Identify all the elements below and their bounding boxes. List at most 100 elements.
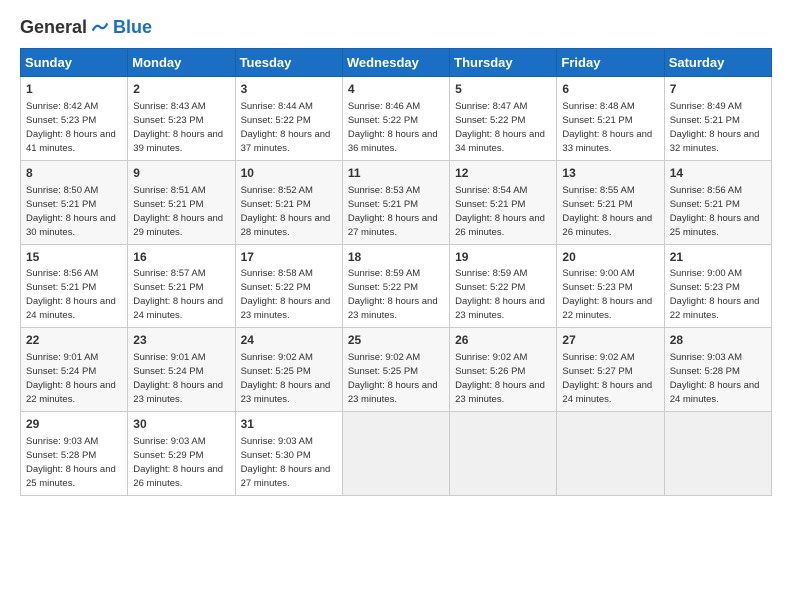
col-saturday: Saturday — [664, 49, 771, 77]
day-sunset: Sunset: 5:25 PM — [241, 366, 311, 377]
col-thursday: Thursday — [450, 49, 557, 77]
day-sunrise: Sunrise: 8:49 AM — [670, 101, 742, 112]
day-sunset: Sunset: 5:24 PM — [26, 366, 96, 377]
day-number: 21 — [670, 249, 766, 266]
table-row: 7 Sunrise: 8:49 AM Sunset: 5:21 PM Dayli… — [664, 77, 771, 161]
day-sunset: Sunset: 5:21 PM — [133, 199, 203, 210]
day-number: 15 — [26, 249, 122, 266]
table-row — [557, 412, 664, 496]
day-sunrise: Sunrise: 9:02 AM — [348, 352, 420, 363]
day-sunrise: Sunrise: 8:58 AM — [241, 268, 313, 279]
day-number: 9 — [133, 165, 229, 182]
day-daylight-label: Daylight: 8 hours and 27 minutes. — [241, 464, 331, 489]
day-daylight-label: Daylight: 8 hours and 23 minutes. — [133, 380, 223, 405]
day-number: 25 — [348, 332, 444, 349]
day-sunset: Sunset: 5:28 PM — [26, 450, 96, 461]
table-row: 11 Sunrise: 8:53 AM Sunset: 5:21 PM Dayl… — [342, 160, 449, 244]
col-friday: Friday — [557, 49, 664, 77]
day-daylight-label: Daylight: 8 hours and 22 minutes. — [562, 296, 652, 321]
table-row: 28 Sunrise: 9:03 AM Sunset: 5:28 PM Dayl… — [664, 328, 771, 412]
day-sunset: Sunset: 5:21 PM — [562, 115, 632, 126]
day-number: 12 — [455, 165, 551, 182]
day-sunrise: Sunrise: 8:53 AM — [348, 185, 420, 196]
day-sunrise: Sunrise: 9:00 AM — [670, 268, 742, 279]
day-daylight-label: Daylight: 8 hours and 32 minutes. — [670, 129, 760, 154]
logo: General Blue — [20, 16, 152, 38]
table-row: 24 Sunrise: 9:02 AM Sunset: 5:25 PM Dayl… — [235, 328, 342, 412]
calendar-row: 29 Sunrise: 9:03 AM Sunset: 5:28 PM Dayl… — [21, 412, 772, 496]
day-daylight-label: Daylight: 8 hours and 41 minutes. — [26, 129, 116, 154]
calendar-row: 22 Sunrise: 9:01 AM Sunset: 5:24 PM Dayl… — [21, 328, 772, 412]
table-row: 20 Sunrise: 9:00 AM Sunset: 5:23 PM Dayl… — [557, 244, 664, 328]
day-sunset: Sunset: 5:21 PM — [26, 199, 96, 210]
day-sunset: Sunset: 5:22 PM — [455, 282, 525, 293]
calendar-row: 15 Sunrise: 8:56 AM Sunset: 5:21 PM Dayl… — [21, 244, 772, 328]
day-sunrise: Sunrise: 8:59 AM — [455, 268, 527, 279]
table-row: 5 Sunrise: 8:47 AM Sunset: 5:22 PM Dayli… — [450, 77, 557, 161]
table-row: 16 Sunrise: 8:57 AM Sunset: 5:21 PM Dayl… — [128, 244, 235, 328]
table-row — [664, 412, 771, 496]
day-daylight-label: Daylight: 8 hours and 23 minutes. — [348, 380, 438, 405]
day-sunset: Sunset: 5:22 PM — [348, 282, 418, 293]
day-sunset: Sunset: 5:22 PM — [241, 115, 311, 126]
day-daylight-label: Daylight: 8 hours and 27 minutes. — [348, 213, 438, 238]
day-sunrise: Sunrise: 8:43 AM — [133, 101, 205, 112]
day-sunset: Sunset: 5:21 PM — [455, 199, 525, 210]
day-number: 10 — [241, 165, 337, 182]
day-sunrise: Sunrise: 9:03 AM — [133, 436, 205, 447]
day-sunrise: Sunrise: 8:56 AM — [670, 185, 742, 196]
day-sunrise: Sunrise: 8:54 AM — [455, 185, 527, 196]
col-tuesday: Tuesday — [235, 49, 342, 77]
table-row: 17 Sunrise: 8:58 AM Sunset: 5:22 PM Dayl… — [235, 244, 342, 328]
day-sunset: Sunset: 5:24 PM — [133, 366, 203, 377]
col-wednesday: Wednesday — [342, 49, 449, 77]
day-daylight-label: Daylight: 8 hours and 22 minutes. — [26, 380, 116, 405]
table-row: 25 Sunrise: 9:02 AM Sunset: 5:25 PM Dayl… — [342, 328, 449, 412]
day-sunrise: Sunrise: 8:50 AM — [26, 185, 98, 196]
header: General Blue — [20, 16, 772, 38]
day-number: 27 — [562, 332, 658, 349]
logo-wave-icon — [89, 16, 111, 38]
day-sunrise: Sunrise: 8:55 AM — [562, 185, 634, 196]
day-sunrise: Sunrise: 8:47 AM — [455, 101, 527, 112]
day-sunset: Sunset: 5:21 PM — [26, 282, 96, 293]
day-number: 1 — [26, 81, 122, 98]
day-sunrise: Sunrise: 8:46 AM — [348, 101, 420, 112]
table-row: 10 Sunrise: 8:52 AM Sunset: 5:21 PM Dayl… — [235, 160, 342, 244]
day-number: 26 — [455, 332, 551, 349]
day-sunrise: Sunrise: 9:03 AM — [670, 352, 742, 363]
logo-blue: Blue — [113, 17, 152, 38]
day-number: 20 — [562, 249, 658, 266]
day-sunset: Sunset: 5:30 PM — [241, 450, 311, 461]
day-daylight-label: Daylight: 8 hours and 25 minutes. — [26, 464, 116, 489]
day-number: 29 — [26, 416, 122, 433]
day-sunset: Sunset: 5:21 PM — [562, 199, 632, 210]
day-sunset: Sunset: 5:23 PM — [670, 282, 740, 293]
day-number: 11 — [348, 165, 444, 182]
day-number: 30 — [133, 416, 229, 433]
table-row: 15 Sunrise: 8:56 AM Sunset: 5:21 PM Dayl… — [21, 244, 128, 328]
day-daylight-label: Daylight: 8 hours and 26 minutes. — [133, 464, 223, 489]
day-sunset: Sunset: 5:25 PM — [348, 366, 418, 377]
day-sunset: Sunset: 5:21 PM — [670, 115, 740, 126]
day-number: 3 — [241, 81, 337, 98]
day-sunrise: Sunrise: 9:01 AM — [133, 352, 205, 363]
day-number: 6 — [562, 81, 658, 98]
day-sunrise: Sunrise: 9:02 AM — [562, 352, 634, 363]
day-daylight-label: Daylight: 8 hours and 25 minutes. — [670, 213, 760, 238]
day-daylight-label: Daylight: 8 hours and 23 minutes. — [455, 380, 545, 405]
day-sunset: Sunset: 5:21 PM — [133, 282, 203, 293]
table-row: 30 Sunrise: 9:03 AM Sunset: 5:29 PM Dayl… — [128, 412, 235, 496]
table-row: 21 Sunrise: 9:00 AM Sunset: 5:23 PM Dayl… — [664, 244, 771, 328]
day-daylight-label: Daylight: 8 hours and 23 minutes. — [348, 296, 438, 321]
day-number: 17 — [241, 249, 337, 266]
day-sunrise: Sunrise: 8:51 AM — [133, 185, 205, 196]
day-daylight-label: Daylight: 8 hours and 24 minutes. — [670, 380, 760, 405]
table-row: 31 Sunrise: 9:03 AM Sunset: 5:30 PM Dayl… — [235, 412, 342, 496]
table-row: 18 Sunrise: 8:59 AM Sunset: 5:22 PM Dayl… — [342, 244, 449, 328]
logo-general: General — [20, 17, 87, 38]
day-number: 7 — [670, 81, 766, 98]
day-daylight-label: Daylight: 8 hours and 26 minutes. — [455, 213, 545, 238]
day-sunrise: Sunrise: 8:56 AM — [26, 268, 98, 279]
day-sunset: Sunset: 5:22 PM — [455, 115, 525, 126]
